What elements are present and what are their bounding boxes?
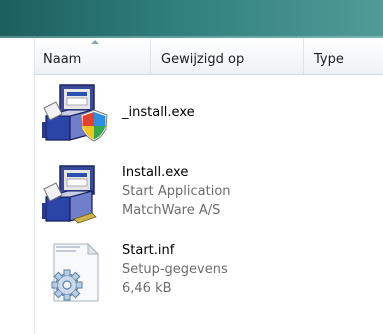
column-header-name[interactable]: Naam	[35, 38, 150, 74]
column-header-modified-label: Gewijzigd op	[161, 52, 245, 67]
column-header-name-label: Naam	[43, 52, 82, 67]
file-description: Start Application	[122, 184, 231, 199]
file-size: 6,46 kB	[122, 281, 172, 296]
file-type: Setup-gegevens	[122, 262, 228, 277]
column-header-modified[interactable]: Gewijzigd op	[150, 38, 303, 74]
file-name: Install.exe	[122, 165, 189, 180]
file-company: MatchWare A/S	[122, 203, 221, 218]
navigation-pane-edge	[0, 38, 35, 334]
file-name: Start.inf	[122, 243, 175, 258]
file-item-install-exe[interactable]: _install.exe	[40, 82, 340, 144]
column-header-type[interactable]: Type	[303, 38, 383, 74]
column-header-bar: Naam Gewijzigd op Type	[35, 38, 383, 75]
window-title-bar	[0, 0, 383, 38]
file-item-install[interactable]: Install.exe Start Application MatchWare …	[40, 163, 340, 227]
installer-shield-icon	[42, 84, 108, 142]
file-item-start-inf[interactable]: Start.inf Setup-gegevens 6,46 kB	[40, 241, 340, 305]
installer-icon	[42, 165, 97, 224]
settings-file-icon	[51, 242, 100, 302]
file-name: _install.exe	[122, 105, 195, 120]
sort-ascending-icon	[91, 40, 99, 44]
column-header-type-label: Type	[314, 52, 344, 67]
